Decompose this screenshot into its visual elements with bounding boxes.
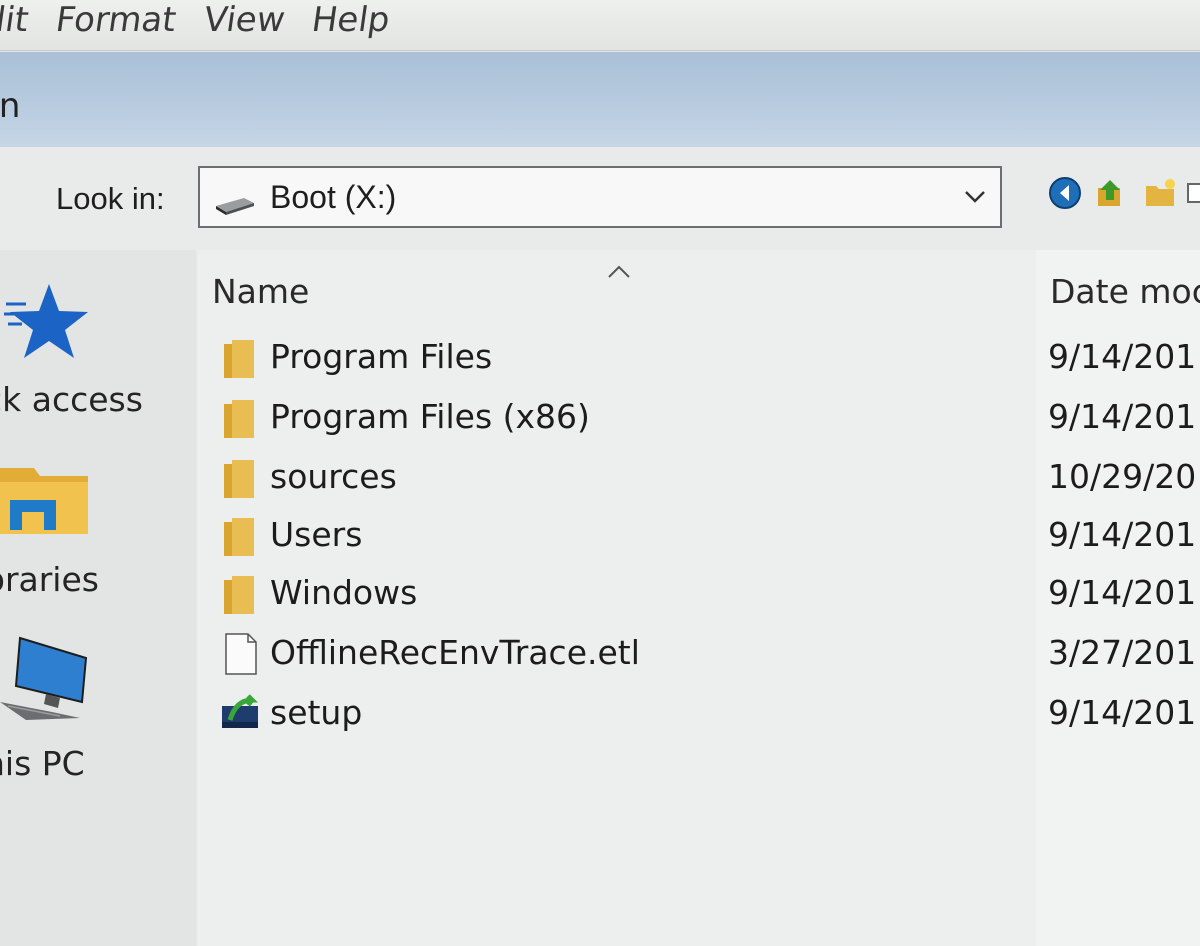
menu-edit[interactable]: lit <box>0 0 31 40</box>
file-icon <box>225 633 257 675</box>
file-name: OfflineRecEnvTrace.etl <box>270 633 640 672</box>
file-row[interactable]: Program Files 9/14/201 <box>198 328 1200 386</box>
menu-format[interactable]: Format <box>53 0 178 40</box>
new-folder-icon[interactable] <box>1144 176 1178 210</box>
drive-icon <box>216 198 254 215</box>
file-row[interactable]: Windows 9/14/201 <box>198 564 1200 622</box>
file-date: 10/29/20 <box>1048 457 1197 496</box>
file-name: sources <box>270 457 397 496</box>
place-label-libraries: braries <box>0 560 99 599</box>
place-quick-access[interactable]: ck access <box>0 270 196 430</box>
file-date: 9/14/201 <box>1048 397 1197 436</box>
libraries-icon <box>0 468 88 534</box>
place-this-pc[interactable]: his PC <box>0 630 196 790</box>
file-name: setup <box>270 693 363 732</box>
file-row[interactable]: setup 9/14/201 <box>198 684 1200 742</box>
file-row[interactable]: Program Files (x86) 9/14/201 <box>198 388 1200 446</box>
look-in-value: Boot (X:) <box>270 179 397 215</box>
folder-icon <box>224 340 254 378</box>
file-name: Users <box>270 515 363 554</box>
up-folder-icon[interactable] <box>1094 176 1128 210</box>
file-date: 3/27/201 <box>1048 633 1197 672</box>
file-name: Program Files <box>270 337 493 376</box>
quick-access-star-icon <box>4 284 88 358</box>
file-row[interactable]: Users 9/14/201 <box>198 506 1200 564</box>
sort-ascending-icon <box>608 265 630 278</box>
place-label-quick-access: ck access <box>0 380 143 419</box>
file-name: Program Files (x86) <box>270 397 590 436</box>
place-label-this-pc: his PC <box>0 744 85 783</box>
place-libraries[interactable]: braries <box>0 450 196 610</box>
file-date: 9/14/201 <box>1048 693 1197 732</box>
file-date: 9/14/201 <box>1048 337 1197 376</box>
look-in-dropdown[interactable]: Boot (X:) <box>198 166 1002 228</box>
places-bar: ck access braries his PC <box>0 250 196 946</box>
file-list[interactable]: Name Date moc Program Files 9/14/201 Pro… <box>198 250 1200 946</box>
back-icon[interactable] <box>1048 176 1082 210</box>
this-pc-icon <box>0 636 88 720</box>
setup-icon <box>222 694 259 728</box>
look-in-label: Look in: <box>56 181 165 216</box>
column-header-date[interactable]: Date moc <box>1050 272 1200 312</box>
view-menu-icon[interactable] <box>1186 176 1200 210</box>
menu-view[interactable]: View <box>201 0 287 40</box>
chevron-down-icon[interactable] <box>960 182 990 212</box>
folder-icon <box>224 400 254 438</box>
dialog-title-bar <box>0 52 1200 147</box>
file-date: 9/14/201 <box>1048 515 1197 554</box>
folder-icon <box>224 518 254 556</box>
dialog-title: en <box>0 86 21 126</box>
menu-help[interactable]: Help <box>309 0 392 40</box>
file-date: 9/14/201 <box>1048 573 1197 612</box>
folder-icon <box>224 460 254 498</box>
menu-bar: lit Format View Help <box>0 0 1200 51</box>
file-row[interactable]: sources 10/29/20 <box>198 448 1200 506</box>
file-row[interactable]: OfflineRecEnvTrace.etl 3/27/201 <box>198 624 1200 682</box>
file-name: Windows <box>270 573 418 612</box>
column-header-name[interactable]: Name <box>212 272 309 312</box>
folder-icon <box>224 576 254 614</box>
